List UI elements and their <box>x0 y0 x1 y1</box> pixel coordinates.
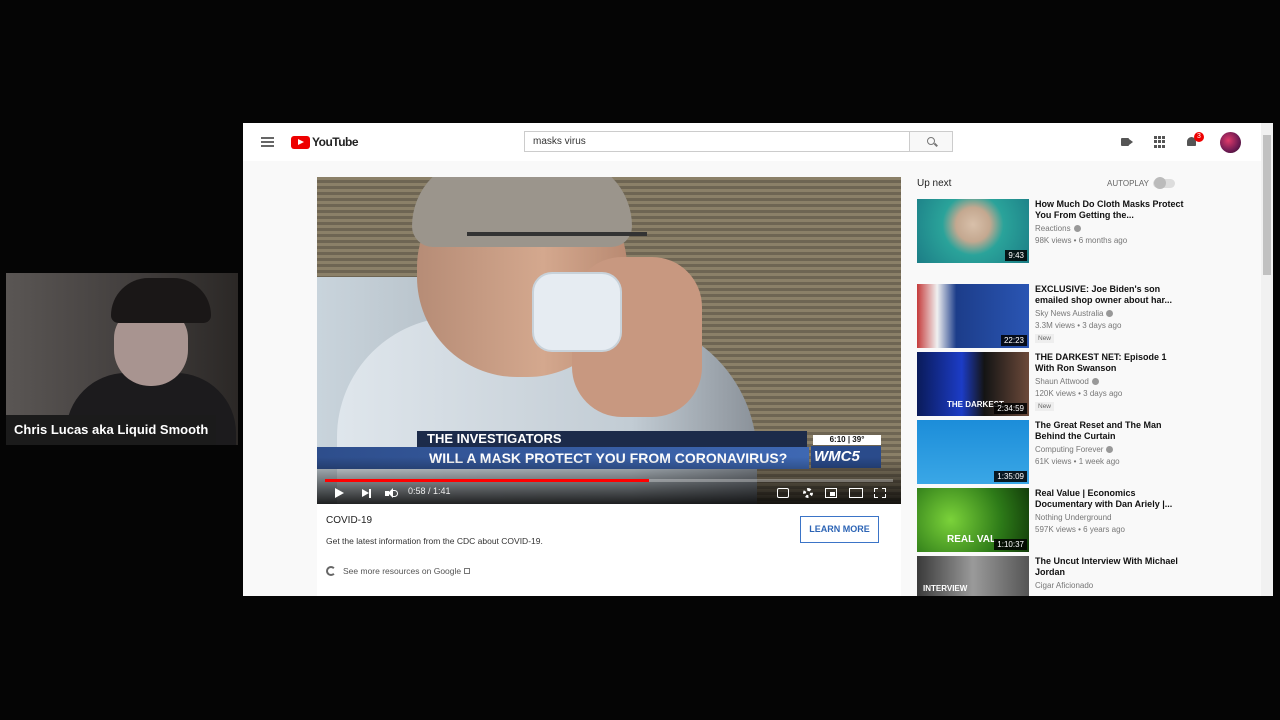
channel-name: Reactions <box>1035 224 1071 233</box>
menu-icon[interactable] <box>261 137 274 147</box>
video-channel[interactable]: Shaun Attwood <box>1035 377 1099 386</box>
suggested-video[interactable]: REAL VAL 1:10:37 Real Value | Economics D… <box>917 488 1187 554</box>
video-thumbnail[interactable]: 1:35:09 <box>917 420 1029 484</box>
channel-name: Cigar Aficionado <box>1035 581 1094 590</box>
video-channel[interactable]: Sky News Australia <box>1035 309 1114 318</box>
screen: Chris Lucas aka Liquid Smooth YouTube 3 <box>0 0 1280 720</box>
new-badge: New <box>1035 334 1055 343</box>
video-meta: 120K views • 3 days ago <box>1035 389 1123 398</box>
video-face-mask <box>532 272 622 352</box>
verified-check-icon <box>1073 225 1081 233</box>
volume-icon[interactable] <box>385 488 399 499</box>
video-thumbnail[interactable]: 22:23 <box>917 284 1029 348</box>
miniplayer-icon[interactable] <box>825 488 837 498</box>
suggested-video[interactable]: 1:35:09 The Great Reset and The Man Behi… <box>917 420 1187 486</box>
video-thumbnail[interactable]: INTERVIEW <box>917 556 1029 596</box>
video-player[interactable]: THE INVESTIGATORS WILL A MASK PROTECT YO… <box>317 177 901 504</box>
video-thumbnail[interactable]: REAL VAL 1:10:37 <box>917 488 1029 552</box>
theater-mode-icon[interactable] <box>849 488 863 498</box>
thumbnail-text: INTERVIEW <box>923 584 968 593</box>
video-progress-bar[interactable] <box>325 479 893 482</box>
youtube-logo[interactable]: YouTube <box>291 135 359 149</box>
video-duration: 1:35:09 <box>994 471 1027 482</box>
video-duration: 2:34:59 <box>994 403 1027 414</box>
google-resources-text: See more resources on Google <box>343 566 462 576</box>
autoplay-label: AUTOPLAY <box>1107 179 1149 188</box>
video-channel[interactable]: Cigar Aficionado <box>1035 581 1093 590</box>
webcam-name-label: Chris Lucas aka Liquid Smooth <box>6 415 216 445</box>
apps-icon[interactable] <box>1154 136 1166 148</box>
page-scrollbar[interactable] <box>1261 123 1273 596</box>
video-thumbnail[interactable]: 9:43 <box>917 199 1029 263</box>
video-title[interactable]: How Much Do Cloth Masks Protect You From… <box>1035 199 1185 221</box>
video-title[interactable]: THE DARKEST NET: Episode 1 With Ron Swan… <box>1035 352 1185 374</box>
video-title[interactable]: The Great Reset and The Man Behind the C… <box>1035 420 1185 442</box>
video-meta: 597K views • 6 years ago <box>1035 525 1125 534</box>
next-video-icon[interactable] <box>362 489 372 498</box>
captions-icon[interactable] <box>777 488 789 498</box>
suggested-video[interactable]: INTERVIEW The Uncut Interview With Micha… <box>917 556 1187 596</box>
search-button[interactable] <box>910 131 953 152</box>
upload-video-icon[interactable] <box>1121 136 1133 148</box>
learn-more-button[interactable]: LEARN MORE <box>800 516 879 543</box>
youtube-header: YouTube 3 <box>243 123 1261 161</box>
video-meta: 61K views • 1 week ago <box>1035 457 1120 466</box>
suggested-video[interactable]: 22:23 EXCLUSIVE: Joe Biden's son emailed… <box>917 284 1187 350</box>
thumbnail-text: REAL VAL <box>947 534 997 545</box>
video-thumbnail[interactable]: THE DARKEST 2:34:59 <box>917 352 1029 416</box>
verified-check-icon <box>1106 310 1114 318</box>
video-title[interactable]: EXCLUSIVE: Joe Biden's son emailed shop … <box>1035 284 1185 306</box>
video-channel[interactable]: Reactions <box>1035 224 1081 233</box>
autoplay-toggle[interactable] <box>1153 177 1175 189</box>
user-avatar[interactable] <box>1220 132 1241 153</box>
verified-check-icon <box>1091 378 1099 386</box>
browser-window: YouTube 3 THE INVESTIGATORS WILL A M <box>243 123 1273 596</box>
channel-name: Shaun Attwood <box>1035 377 1089 386</box>
video-duration: 1:10:37 <box>994 539 1027 550</box>
station-time-weather: 6:10 | 39° <box>813 435 881 445</box>
verified-check-icon <box>1106 446 1114 454</box>
video-duration: 22:23 <box>1000 335 1027 346</box>
time-display: 0:58 / 1:41 <box>408 486 451 496</box>
news-lower-third: THE INVESTIGATORS <box>417 431 807 447</box>
suggested-video[interactable]: 9:43 How Much Do Cloth Masks Protect You… <box>917 199 1187 265</box>
up-next-heading: Up next <box>917 178 952 189</box>
scrollbar-thumb[interactable] <box>1263 135 1271 275</box>
suggested-video[interactable]: THE DARKEST 2:34:59 THE DARKEST NET: Epis… <box>917 352 1187 418</box>
external-link-icon <box>464 568 471 574</box>
youtube-logo-text: YouTube <box>312 135 359 149</box>
play-icon[interactable] <box>335 488 344 498</box>
search-input[interactable] <box>524 131 910 152</box>
webcam-feed: Chris Lucas aka Liquid Smooth <box>6 273 238 445</box>
channel-name: Computing Forever <box>1035 445 1104 454</box>
notification-count-badge: 3 <box>1194 132 1204 142</box>
new-badge: New <box>1035 402 1055 411</box>
google-resources-link[interactable]: See more resources on Google <box>326 566 471 576</box>
channel-name: Sky News Australia <box>1035 309 1104 318</box>
video-title[interactable]: Real Value | Economics Documentary with … <box>1035 488 1185 510</box>
video-channel[interactable]: Nothing Underground <box>1035 513 1112 522</box>
info-panel-description: Get the latest information from the CDC … <box>326 536 543 546</box>
covid-info-panel: COVID-19 Get the latest information from… <box>317 504 901 596</box>
video-channel[interactable]: Computing Forever <box>1035 445 1114 454</box>
video-duration: 9:43 <box>1005 250 1027 261</box>
settings-gear-icon[interactable] <box>802 488 814 498</box>
video-title[interactable]: The Uncut Interview With Michael Jordan <box>1035 556 1185 578</box>
video-meta: 98K views • 6 months ago <box>1035 236 1128 245</box>
info-panel-title: COVID-19 <box>326 515 373 526</box>
fullscreen-icon[interactable] <box>874 488 886 498</box>
video-progress-fill <box>325 479 649 482</box>
youtube-play-icon <box>291 135 310 149</box>
channel-name: Nothing Underground <box>1035 513 1112 522</box>
google-g-icon <box>326 566 336 576</box>
video-meta: 3.3M views • 3 days ago <box>1035 321 1122 330</box>
